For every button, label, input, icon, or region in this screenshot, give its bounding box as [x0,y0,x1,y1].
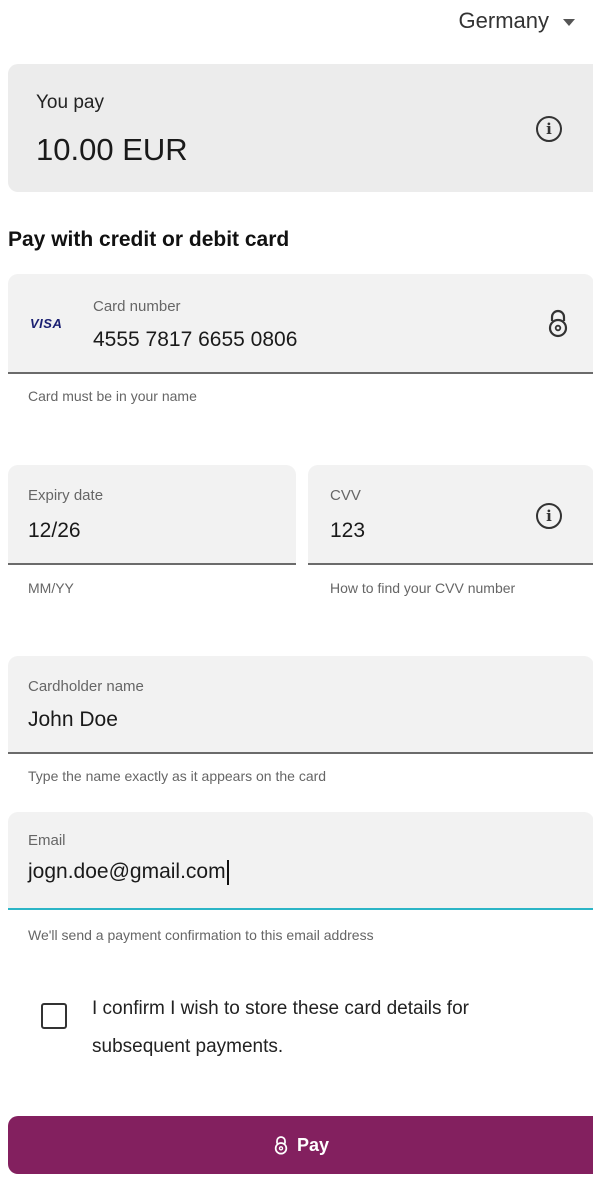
country-label: Germany [458,8,549,33]
lock-icon [274,1136,288,1155]
payment-summary: You pay 10.00 EUR i [8,64,593,192]
visa-logo: VISA [30,316,63,331]
pay-button-label: Pay [296,1134,330,1155]
cvv-helper-link[interactable]: How to find your CVV number [330,578,530,598]
chevron-down-icon [563,18,575,26]
summary-label: You pay [36,92,104,113]
cvv-info-icon[interactable]: i [536,503,562,529]
card-number-helper: Card must be in your name [28,388,197,404]
section-title: Pay with credit or debit card [8,228,290,251]
email-input[interactable]: jogn.doe@gmail.com [28,860,229,885]
cardholder-name-field[interactable]: Cardholder name John Doe [8,656,593,754]
card-number-label: Card number [93,298,181,315]
pay-button[interactable]: Pay [8,1116,593,1174]
cvv-field[interactable]: CVV 123 i [308,465,593,565]
cardholder-name-input[interactable]: John Doe [28,708,118,732]
info-icon[interactable]: i [536,116,562,142]
card-number-field[interactable]: VISA Card number 4555 7817 6655 0806 [8,274,593,374]
summary-amount: 10.00 EUR [36,132,188,167]
expiry-date-label: Expiry date [28,487,104,504]
card-number-input[interactable]: 4555 7817 6655 0806 [93,328,297,352]
store-card-checkbox[interactable] [41,1003,67,1029]
text-cursor [226,860,229,885]
lock-icon [548,309,568,338]
cvv-label: CVV [330,487,361,504]
country-selector[interactable]: Germany [459,8,575,34]
cardholder-name-label: Cardholder name [28,678,144,695]
email-helper: We'll send a payment confirmation to thi… [28,927,374,943]
cardholder-name-helper: Type the name exactly as it appears on t… [28,768,327,784]
cvv-input[interactable]: 123 [330,519,365,543]
expiry-date-helper: MM/YY [28,580,74,596]
expiry-date-input[interactable]: 12/26 [28,519,81,543]
email-field[interactable]: Email jogn.doe@gmail.com [8,812,593,910]
store-card-label[interactable]: I confirm I wish to store these card det… [92,990,572,1066]
expiry-date-field[interactable]: Expiry date 12/26 [8,465,296,565]
email-label: Email [28,832,66,849]
email-value: jogn.doe@gmail.com [28,860,226,884]
